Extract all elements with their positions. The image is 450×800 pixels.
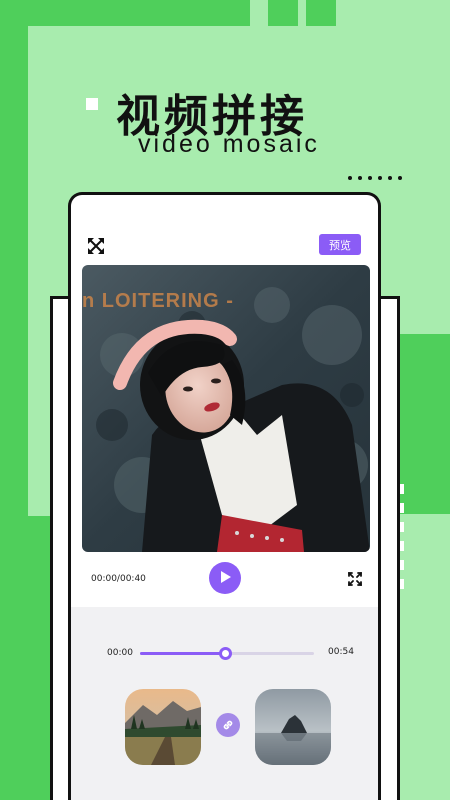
bg-block-left bbox=[0, 0, 28, 800]
promo-subtitle: video mosaic bbox=[138, 130, 320, 158]
video-preview: n LOITERING - bbox=[82, 265, 370, 552]
bg-block-right bbox=[398, 334, 450, 514]
preview-button[interactable]: 预览 bbox=[319, 234, 361, 255]
bg-block-top-small-1 bbox=[268, 0, 298, 26]
svg-text:n LOITERING -: n LOITERING - bbox=[82, 290, 234, 312]
current-time: 00:00/00:40 bbox=[91, 574, 146, 584]
play-icon bbox=[218, 569, 232, 588]
link-icon[interactable] bbox=[216, 713, 240, 737]
editing-panel: 00:00 00:54 bbox=[71, 607, 378, 800]
decor-dots-row bbox=[348, 176, 402, 180]
phone-mockup: 预览 n LOITERING - 00:00/00:40 00:00 00:54 bbox=[68, 192, 381, 800]
trim-slider-handle[interactable] bbox=[219, 647, 233, 660]
bg-block-top bbox=[0, 0, 250, 26]
close-arrows-icon[interactable] bbox=[87, 237, 105, 255]
bg-block-left-lower bbox=[28, 515, 50, 800]
title-bullet bbox=[86, 98, 98, 110]
clip-thumbnail-1[interactable] bbox=[125, 689, 201, 765]
trim-end-time: 00:54 bbox=[328, 647, 354, 657]
trim-slider-fill bbox=[140, 652, 226, 655]
trim-start-time: 00:00 bbox=[107, 648, 133, 658]
clip-thumbnail-2[interactable] bbox=[255, 689, 331, 765]
play-button[interactable] bbox=[209, 562, 241, 594]
bg-block-top-small-2 bbox=[306, 0, 336, 26]
trim-slider[interactable] bbox=[140, 647, 314, 660]
fullscreen-icon[interactable] bbox=[348, 571, 362, 586]
